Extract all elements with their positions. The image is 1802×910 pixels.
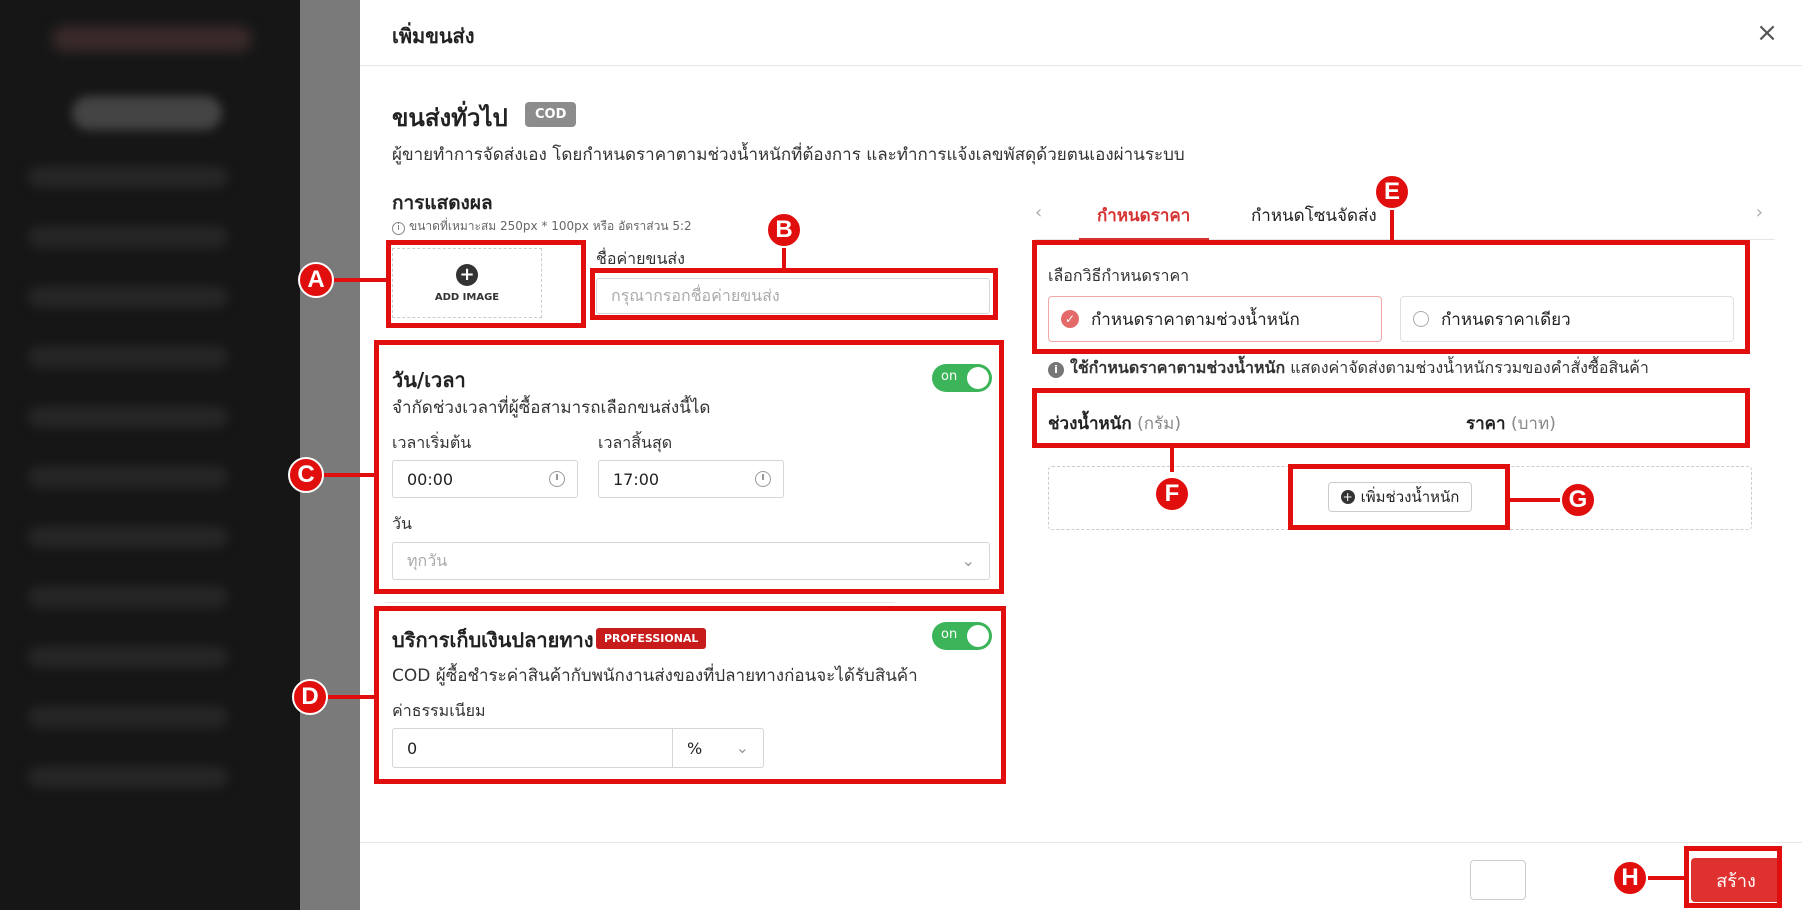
annotation-box-a (386, 240, 586, 328)
info-icon: i (1048, 362, 1064, 378)
annotation-box-d (374, 606, 1006, 784)
annotation-marker-c: C (288, 457, 324, 493)
annotation-connector-c (324, 473, 376, 477)
cod-badge: COD (525, 102, 577, 127)
background-logo (52, 26, 252, 52)
tab-pricing[interactable]: กำหนดราคา (1097, 202, 1190, 229)
background-sidebar (0, 0, 300, 910)
annotation-connector-e (1390, 210, 1394, 242)
background-pill (72, 96, 222, 130)
background-menu-item (28, 586, 228, 608)
background-menu-item (28, 706, 228, 728)
annotation-box-h (1684, 846, 1782, 908)
drawer-header: เพิ่มขนส่ง × (360, 0, 1802, 66)
pricing-info: i ใช้กำหนดราคาตามช่วงน้ำหนัก แสดงค่าจัดส่… (1048, 356, 1649, 381)
pricing-info-bold: ใช้กำหนดราคาตามช่วงน้ำหนัก (1070, 358, 1286, 377)
page-title: ขนส่งทั่วไป (392, 104, 508, 132)
pricing-info-text: แสดงค่าจัดส่งตามช่วงน้ำหนักรวมของคำสั่งซ… (1285, 358, 1649, 377)
annotation-box-b (590, 268, 998, 320)
drawer-footer (360, 842, 1802, 910)
annotation-marker-d: D (292, 679, 328, 715)
background-menu-item (28, 226, 228, 248)
cancel-button[interactable] (1470, 860, 1526, 900)
annotation-box-g (1288, 464, 1510, 530)
annotation-connector-a (334, 278, 388, 282)
chevron-right-icon[interactable]: › (1756, 202, 1763, 223)
background-menu-item (28, 526, 228, 548)
background-menu-item (28, 286, 228, 308)
background-menu-item (28, 646, 228, 668)
drawer-title: เพิ่มขนส่ง (392, 24, 475, 48)
background-menu-item (28, 766, 228, 788)
annotation-marker-g: G (1560, 482, 1596, 518)
background-menu-item (28, 466, 228, 488)
background-content (300, 0, 360, 910)
annotation-marker-a: A (298, 262, 334, 298)
close-icon[interactable]: × (1754, 20, 1780, 46)
annotation-box-e (1032, 240, 1750, 354)
annotation-connector-b (782, 248, 786, 270)
section-divider (385, 602, 895, 603)
annotation-marker-h: H (1612, 860, 1648, 896)
annotation-connector-g (1508, 498, 1566, 502)
image-size-hint: i ขนาดที่เหมาะสม 250px * 100px หรือ อัตรา… (392, 217, 692, 236)
background-menu-item (28, 406, 228, 428)
background-menu-item (28, 346, 228, 368)
annotation-connector-h (1648, 876, 1686, 880)
annotation-marker-f: F (1154, 476, 1190, 512)
page-description: ผู้ขายทำการจัดส่งเอง โดยกำหนดราคาตามช่วง… (392, 145, 1185, 165)
display-section-label: การแสดงผล (392, 192, 493, 214)
annotation-connector-d (328, 695, 376, 699)
info-icon: i (392, 222, 405, 235)
image-size-hint-text: ขนาดที่เหมาะสม 250px * 100px หรือ อัตราส… (409, 219, 692, 233)
annotation-box-f (1032, 388, 1750, 448)
chevron-left-icon[interactable]: ‹ (1035, 202, 1042, 223)
annotation-connector-f (1170, 446, 1174, 472)
annotation-marker-e: E (1374, 174, 1410, 210)
annotation-marker-b: B (766, 212, 802, 248)
tab-delivery-zone[interactable]: กำหนดโซนจัดส่ง (1251, 202, 1377, 229)
background-menu-item (28, 166, 228, 188)
annotation-box-c (374, 340, 1004, 594)
